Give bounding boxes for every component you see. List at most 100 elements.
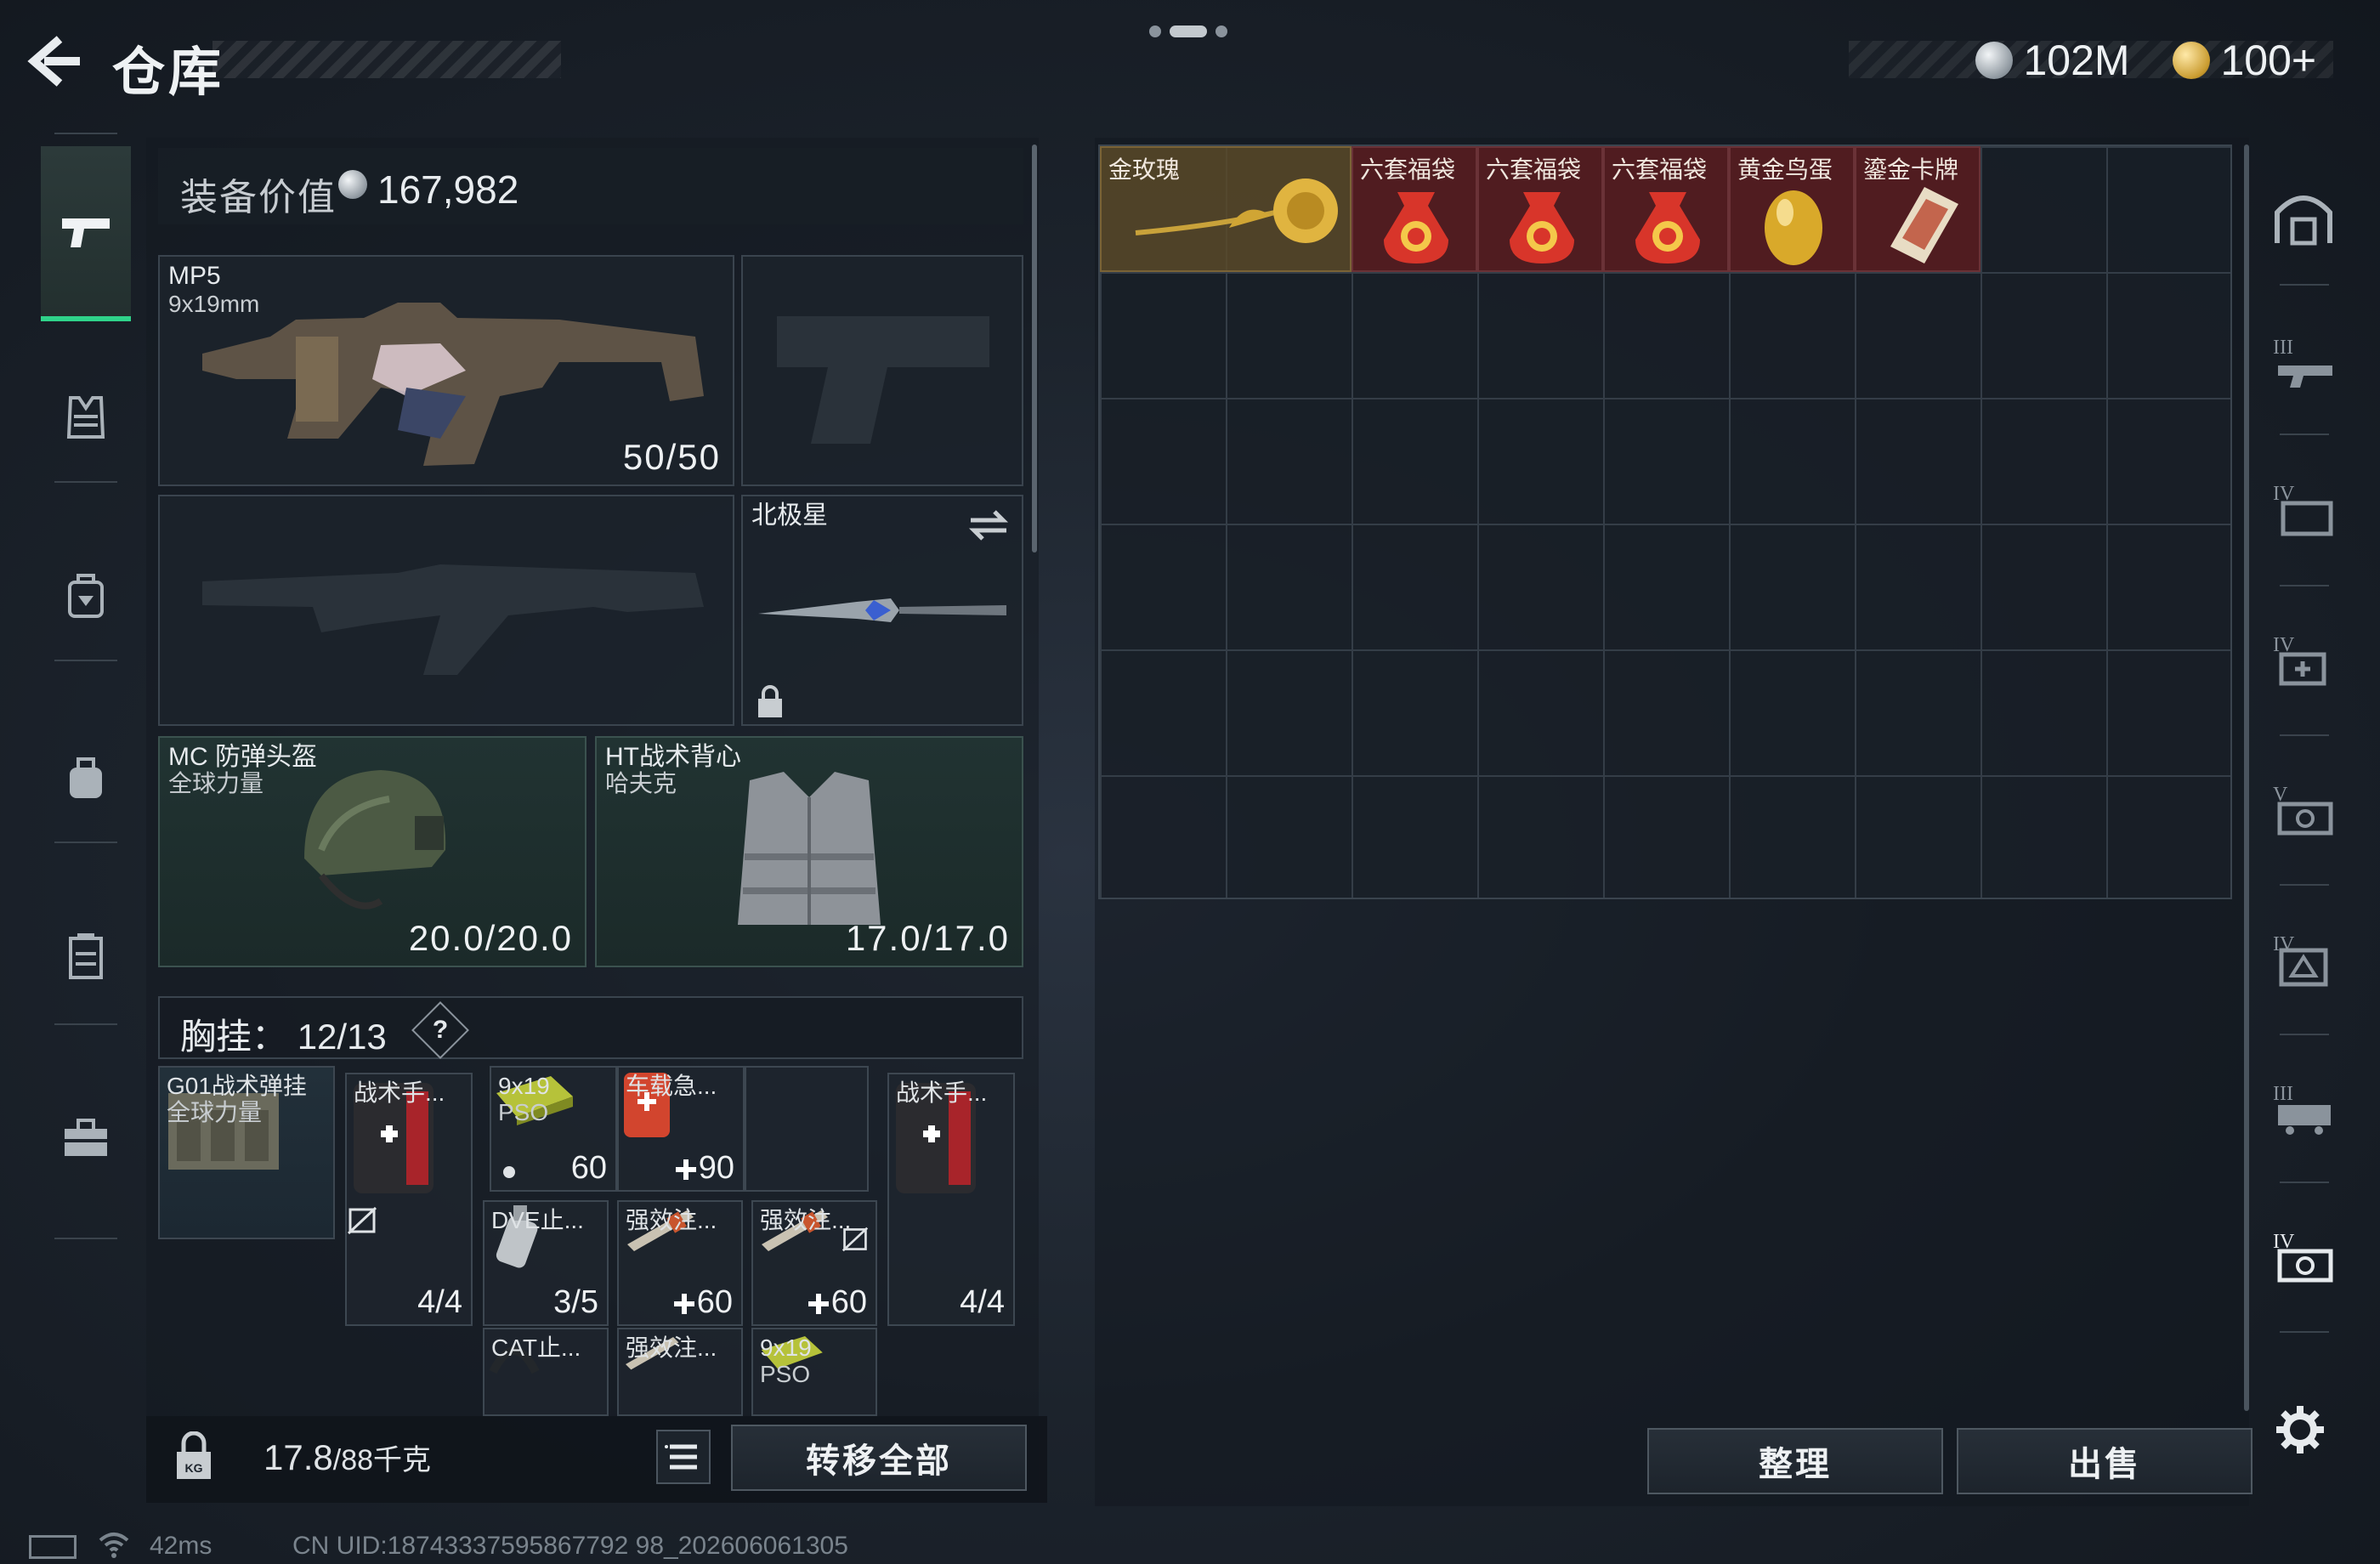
- sell-button[interactable]: 出售: [1957, 1428, 2252, 1494]
- svg-text:III: III: [2273, 1083, 2293, 1105]
- stash-item-golden-egg[interactable]: 黄金鸟蛋: [1729, 146, 1855, 272]
- helmet-brand: 全球力量: [168, 770, 264, 796]
- rig-item-injector-1[interactable]: 强效注... 60: [617, 1200, 743, 1326]
- stash-tab-iv-safe-active[interactable]: IV: [2270, 1217, 2338, 1294]
- gold-coin-icon: [2173, 42, 2210, 79]
- secondary-weapon-slot[interactable]: [158, 495, 734, 726]
- rig-item-ammo-9x19[interactable]: 9x19 PSO 60: [490, 1066, 617, 1192]
- lucky-bag-icon: [1635, 192, 1700, 264]
- tier-iii-weapon-icon: III: [2273, 337, 2332, 388]
- dot-indicator: [503, 1166, 515, 1178]
- stash-tab-iii-truck[interactable]: III: [2270, 1069, 2338, 1146]
- page-indicator[interactable]: [1149, 26, 1236, 42]
- battery-icon: [29, 1535, 76, 1559]
- plus-icon: [808, 1293, 829, 1314]
- list-icon: [665, 1444, 697, 1470]
- stash-tab-iv-medical[interactable]: IV: [2270, 620, 2338, 697]
- loadout-scrollbar[interactable]: [1032, 144, 1037, 552]
- weight-current: 17.8: [264, 1437, 333, 1477]
- golden-egg-icon: [1765, 190, 1822, 265]
- helmet-slot[interactable]: MC 防弹头盔 全球力量 20.0/20.0: [158, 736, 586, 967]
- nav-toolbox[interactable]: [41, 1074, 131, 1202]
- helmet-icon: [304, 770, 446, 910]
- weapon-ammo: 50/50: [622, 437, 721, 477]
- stash-item-lucky-bag-3[interactable]: 六套福袋: [1603, 146, 1729, 272]
- stash-item-lucky-bag-1[interactable]: 六套福袋: [1352, 146, 1477, 272]
- bag-icon: [70, 757, 102, 798]
- tier-iv-folder-icon: IV: [2273, 483, 2333, 536]
- stash-tab-v-safe[interactable]: V: [2270, 770, 2338, 847]
- stash-grid[interactable]: 金玫瑰 六套福袋 六套福袋 六套福袋 黄金鸟蛋 鎏金卡牌: [1098, 144, 2232, 899]
- nav-armor[interactable]: [41, 354, 131, 481]
- stash-item-golden-rose[interactable]: 金玫瑰: [1100, 146, 1352, 272]
- back-arrow-icon[interactable]: [26, 34, 85, 88]
- tier-iv-safe-icon: IV: [2273, 1231, 2333, 1283]
- nav-bag[interactable]: [41, 714, 131, 842]
- transfer-all-button[interactable]: 转移全部: [731, 1425, 1027, 1491]
- nav-container[interactable]: [41, 892, 131, 1020]
- stash-item-gilded-card[interactable]: 鎏金卡牌: [1855, 146, 1980, 272]
- list-view-button[interactable]: [656, 1430, 711, 1484]
- melee-name: 北极星: [751, 502, 828, 530]
- rig-item-ammo-9x19-2[interactable]: 9x19 PSO: [751, 1328, 877, 1416]
- tier-v-safe-icon: V: [2273, 784, 2333, 836]
- swap-icon[interactable]: [967, 508, 1010, 542]
- top-bar: 仓库 102M 100+: [0, 0, 2380, 128]
- armor-slot[interactable]: HT战术背心 哈夫克 17.0/17.0: [595, 736, 1023, 967]
- primary-weapon-slot[interactable]: MP5 9x19mm 50/50: [158, 255, 734, 486]
- gold-currency-amount: 100+: [2220, 37, 2317, 84]
- no-insure-icon: [347, 1206, 377, 1235]
- gold-currency[interactable]: 100+: [2173, 36, 2316, 85]
- chest-rig-slot[interactable]: G01战术弹挂 全球力量: [158, 1066, 335, 1239]
- armor-brand: 哈夫克: [605, 770, 677, 796]
- rig-item-vehicle-medkit[interactable]: 车载急... 90: [617, 1066, 745, 1192]
- stash-item-lucky-bag-2[interactable]: 六套福袋: [1477, 146, 1603, 272]
- tier-iii-truck-icon: III: [2273, 1083, 2331, 1135]
- ping: 42ms: [150, 1532, 212, 1560]
- silver-currency[interactable]: 102M: [1975, 36, 2130, 85]
- case-icon: [69, 933, 103, 979]
- rig-item-dve-tourniquet[interactable]: DVE止... 3/5: [483, 1200, 609, 1326]
- silver-currency-amount: 102M: [2023, 37, 2130, 84]
- stash-scrollbar[interactable]: [2244, 144, 2249, 1411]
- nav-weapons[interactable]: [41, 146, 131, 321]
- combat-knife-icon: [758, 598, 1006, 622]
- stash-tab-iii-weapons[interactable]: III: [2270, 323, 2338, 400]
- settings-gear-icon[interactable]: [2275, 1404, 2326, 1455]
- weight-lock-icon: KG: [168, 1431, 219, 1482]
- page-title: 仓库: [112, 43, 225, 102]
- user-uid: CN UID:18743337595867792 98_202606061305: [292, 1532, 848, 1560]
- armor-durability: 17.0/17.0: [845, 918, 1010, 958]
- title-decoration: [212, 41, 561, 78]
- rig-brand: 全球力量: [167, 1099, 263, 1125]
- chest-rig-capacity: 12/13: [297, 1017, 387, 1057]
- stash-tab-iv-files[interactable]: IV: [2270, 469, 2338, 546]
- armor-name: HT战术背心: [605, 743, 741, 771]
- helmet-durability: 20.0/20.0: [408, 918, 573, 958]
- carry-weight: 17.8/88千克: [264, 1436, 431, 1478]
- rig-empty-slot[interactable]: [745, 1066, 869, 1192]
- help-icon[interactable]: ?: [411, 1001, 469, 1059]
- vest-icon: [66, 396, 105, 439]
- warehouse-icon: [2275, 196, 2332, 246]
- equipment-value: 167,982: [377, 167, 519, 212]
- rig-name: G01战术弹挂: [167, 1073, 307, 1099]
- pistol-slot[interactable]: [741, 255, 1023, 486]
- sort-button[interactable]: 整理: [1647, 1428, 1943, 1494]
- rig-item-tactical-kit-2[interactable]: 战术手... 4/4: [887, 1073, 1015, 1326]
- stash-tab-nav: III IV IV V IV III IV: [2261, 144, 2346, 1368]
- melee-slot[interactable]: 北极星: [741, 495, 1023, 726]
- lucky-bag-icon: [1384, 192, 1448, 264]
- rig-item-injector-3[interactable]: 强效注...: [617, 1328, 743, 1416]
- nav-backpack[interactable]: [41, 532, 131, 660]
- lock-icon: [758, 685, 782, 717]
- stash-tab-iv-case[interactable]: IV: [2270, 920, 2338, 996]
- gilded-card-icon: [1890, 187, 1958, 264]
- stash-tab-main[interactable]: [2270, 178, 2338, 255]
- backpack-icon: [68, 574, 104, 618]
- weight-max: /88千克: [332, 1444, 432, 1476]
- rig-item-injector-2[interactable]: 强效注... 60: [751, 1200, 877, 1326]
- rifle-silhouette-icon: [202, 564, 704, 675]
- rig-item-tactical-kit[interactable]: 战术手... 4/4: [345, 1073, 473, 1326]
- rig-item-cat-tourniquet[interactable]: CAT止...: [483, 1328, 609, 1416]
